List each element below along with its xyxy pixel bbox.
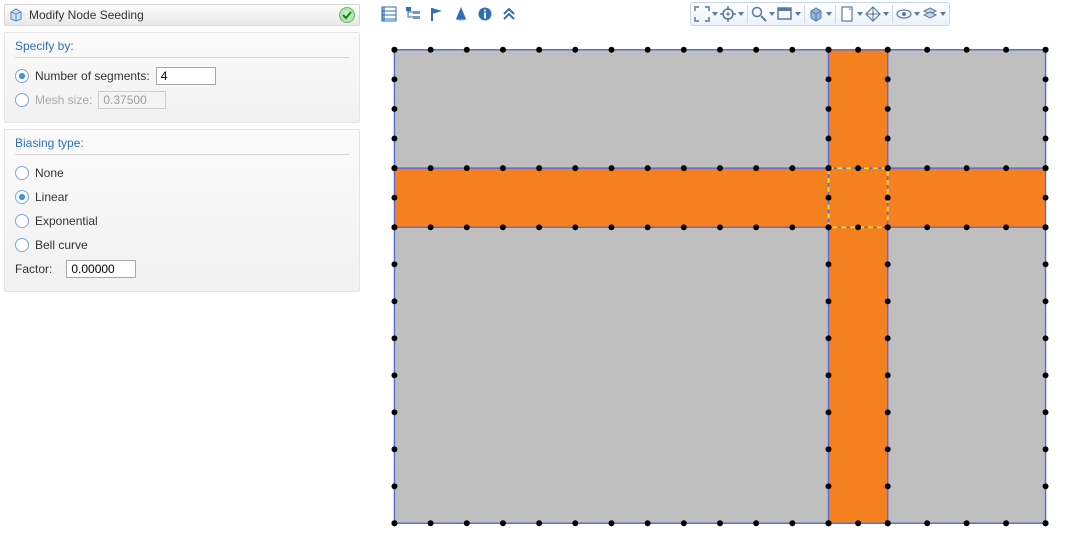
radio-number-of-segments[interactable] [15, 69, 29, 83]
separator [804, 5, 805, 23]
dropdown-arrow-icon[interactable] [939, 4, 947, 24]
dropdown-arrow-icon[interactable] [882, 4, 890, 24]
window-icon[interactable] [776, 4, 794, 24]
properties-panel: Modify Node Seeding Specify by: Number o… [0, 0, 360, 553]
mesh-icon[interactable] [864, 4, 882, 24]
dropdown-arrow-icon[interactable] [825, 4, 833, 24]
dropdown-arrow-icon[interactable] [856, 4, 864, 24]
panel-title: Modify Node Seeding [29, 8, 144, 22]
biasing-option-label: None [35, 166, 64, 180]
layers-icon[interactable] [921, 4, 939, 24]
grid-icon[interactable] [378, 4, 400, 24]
dropdown-arrow-icon[interactable] [737, 4, 745, 24]
zoom-icon[interactable] [750, 4, 768, 24]
specify-section: Specify by: Number of segments: Mesh siz… [4, 32, 360, 123]
biasing-option-exponential: Exponential [15, 209, 349, 233]
apply-button[interactable] [339, 7, 355, 23]
viewport-area [360, 0, 1080, 553]
biasing-title: Biasing type: [15, 136, 349, 155]
factor-row: Factor: [15, 257, 349, 281]
info-icon[interactable] [474, 4, 496, 24]
model-view[interactable] [370, 30, 1070, 543]
biasing-option-none: None [15, 161, 349, 185]
fit-icon[interactable] [693, 4, 711, 24]
segments-input[interactable] [156, 67, 216, 85]
factor-label: Factor: [15, 262, 52, 276]
factor-input[interactable] [66, 260, 136, 278]
view-toolbar-right [690, 2, 950, 26]
dropdown-arrow-icon[interactable] [711, 4, 719, 24]
separator [747, 5, 748, 23]
biasing-option-bell-curve: Bell curve [15, 233, 349, 257]
radio-mesh-size[interactable] [15, 93, 29, 107]
tree-icon[interactable] [402, 4, 424, 24]
target-icon[interactable] [719, 4, 737, 24]
dropdown-arrow-icon[interactable] [768, 4, 776, 24]
dropdown-arrow-icon[interactable] [913, 4, 921, 24]
meshsize-input [98, 91, 166, 109]
radio-bell-curve[interactable] [15, 238, 29, 252]
eye-icon[interactable] [895, 4, 913, 24]
flag-icon[interactable] [426, 4, 448, 24]
biasing-option-label: Exponential [35, 214, 98, 228]
specify-meshsize-row: Mesh size: [15, 88, 349, 112]
panel-header: Modify Node Seeding [4, 4, 360, 26]
cube-icon [9, 8, 23, 22]
dropdown-arrow-icon[interactable] [794, 4, 802, 24]
cube3d-icon[interactable] [807, 4, 825, 24]
specify-segments-row: Number of segments: [15, 64, 349, 88]
biasing-option-label: Bell curve [35, 238, 88, 252]
separator [835, 5, 836, 23]
radio-none[interactable] [15, 166, 29, 180]
specify-title: Specify by: [15, 39, 349, 58]
segments-label: Number of segments: [35, 69, 150, 83]
radio-exponential[interactable] [15, 214, 29, 228]
cone-icon[interactable] [450, 4, 472, 24]
biasing-section: Biasing type: None Linear Exponential Bell … [4, 129, 360, 292]
biasing-option-label: Linear [35, 190, 68, 204]
collapse-up-icon[interactable] [498, 4, 520, 24]
page-icon[interactable] [838, 4, 856, 24]
separator [892, 5, 893, 23]
radio-linear[interactable] [15, 190, 29, 204]
meshsize-label: Mesh size: [35, 93, 92, 107]
biasing-option-linear: Linear [15, 185, 349, 209]
viewport[interactable] [370, 30, 1070, 543]
view-toolbar-left [378, 2, 520, 26]
